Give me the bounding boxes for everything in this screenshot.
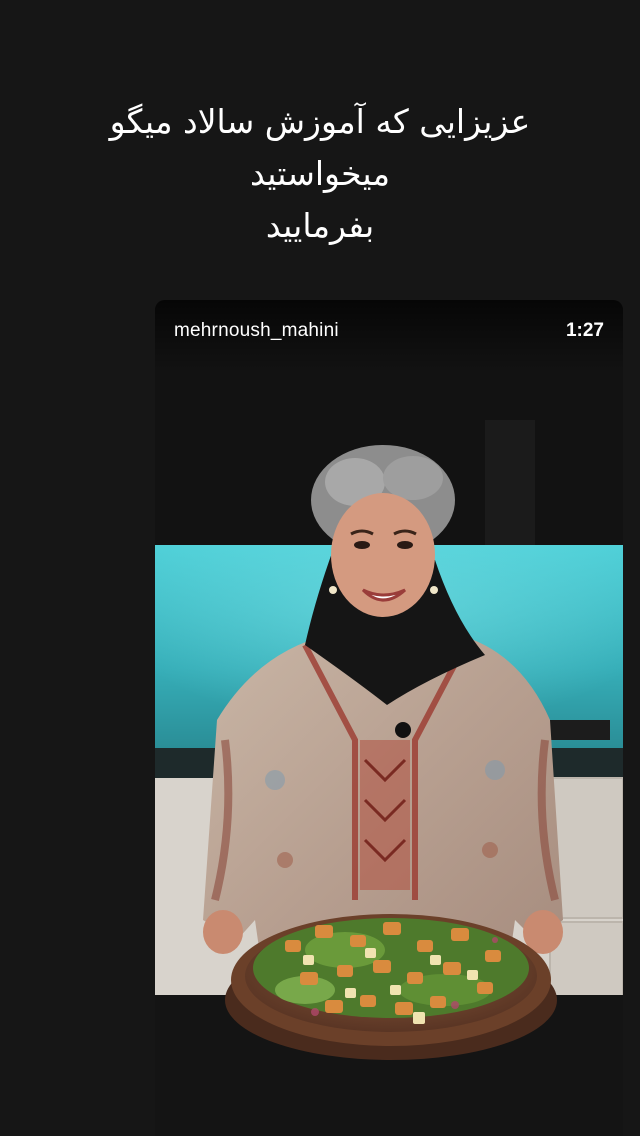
video-frame-image — [155, 300, 623, 1136]
caption-line-3: بفرمایید — [265, 206, 375, 245]
caption-line-2: میخواستید — [249, 154, 391, 193]
story-caption: عزیزایی که آموزش سالاد میگو میخواستید بف… — [40, 96, 600, 252]
reel-video-card[interactable]: mehrnoush_mahini 1:27 — [155, 300, 623, 1136]
story-screen: عزیزایی که آموزش سالاد میگو میخواستید بف… — [0, 0, 640, 1136]
video-username[interactable]: mehrnoush_mahini — [174, 320, 339, 342]
caption-line-1: عزیزایی که آموزش سالاد میگو — [109, 102, 531, 141]
video-duration: 1:27 — [565, 320, 604, 341]
